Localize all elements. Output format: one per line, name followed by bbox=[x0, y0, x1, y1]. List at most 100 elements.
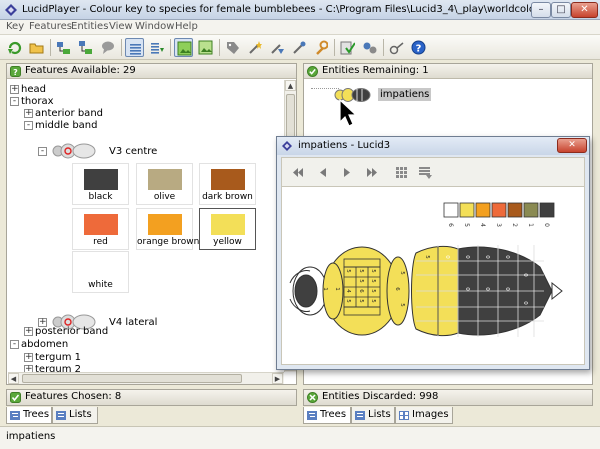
maximize-button[interactable]: □ bbox=[551, 2, 571, 18]
image-green2-icon[interactable] bbox=[196, 38, 215, 57]
color-swatch bbox=[211, 169, 245, 190]
collapse-minus-icon[interactable]: - bbox=[38, 147, 47, 156]
toolbar-separator bbox=[219, 39, 220, 56]
title-bar[interactable]: LucidPlayer - Colour key to species for … bbox=[0, 0, 600, 20]
menu-entities[interactable]: Entities bbox=[71, 21, 108, 32]
tree-up-icon[interactable] bbox=[54, 38, 73, 57]
expand-plus-icon[interactable]: + bbox=[10, 85, 19, 94]
speech-bubble-icon[interactable] bbox=[98, 38, 117, 57]
thorax-region-label: 5 bbox=[358, 279, 364, 283]
tab-images-right[interactable]: Images bbox=[395, 407, 453, 424]
legend-swatch bbox=[475, 202, 491, 218]
svg-text:?: ? bbox=[416, 44, 422, 55]
entity-window-title: impatiens - Lucid3 bbox=[298, 140, 391, 151]
legend-label: 6 bbox=[447, 223, 454, 227]
tree-node-label: middle band bbox=[35, 120, 98, 131]
list-sort-icon[interactable] bbox=[147, 38, 166, 57]
tree-node-V3-centre[interactable]: - V3 centre bbox=[38, 140, 157, 162]
window-title: LucidPlayer - Colour key to species for … bbox=[22, 4, 532, 15]
tree-node-tergum-1[interactable]: + tergum 1 bbox=[24, 352, 81, 364]
thorax-region-label: 5 bbox=[399, 271, 405, 275]
tree-node-tergum-2[interactable]: + tergum 2 bbox=[24, 364, 81, 372]
tab-lists-right[interactable]: Lists bbox=[351, 407, 395, 424]
first-icon[interactable] bbox=[292, 165, 307, 180]
tree-node-head[interactable]: + head bbox=[10, 84, 46, 96]
tree-node-label: V4 lateral bbox=[109, 317, 158, 328]
grid-icon[interactable] bbox=[394, 165, 409, 180]
menu-features[interactable]: Features bbox=[29, 21, 72, 32]
refresh-icon[interactable] bbox=[5, 38, 24, 57]
expand-plus-icon[interactable]: + bbox=[24, 365, 33, 372]
collapse-minus-icon[interactable]: - bbox=[10, 340, 19, 349]
tab-lists-left[interactable]: Lists bbox=[52, 407, 98, 424]
tab-trees-right[interactable]: Trees bbox=[303, 407, 351, 424]
state-swatch-orange-brown[interactable]: orange brown bbox=[136, 208, 200, 250]
scroll-right-arrow-icon[interactable]: ▶ bbox=[272, 373, 283, 384]
entity-window-titlebar[interactable]: impatiens - Lucid3 ✕ bbox=[277, 137, 589, 155]
check-calc-icon[interactable] bbox=[338, 38, 357, 57]
tag-icon[interactable] bbox=[223, 38, 242, 57]
menu-key[interactable]: Key bbox=[6, 21, 24, 32]
tree-node-posterior-band[interactable]: + posterior band bbox=[24, 326, 108, 338]
menu-view[interactable]: View bbox=[109, 21, 133, 32]
tree-node-label: head bbox=[21, 84, 46, 95]
color-swatch bbox=[148, 214, 182, 235]
tree-node-thorax[interactable]: - thorax bbox=[10, 96, 54, 108]
wrench-icon[interactable] bbox=[311, 38, 330, 57]
close-button[interactable]: ✕ bbox=[571, 2, 598, 18]
legend-label: 3 bbox=[495, 223, 502, 227]
thorax-region-label: 6 bbox=[358, 289, 364, 293]
compare-icon[interactable] bbox=[360, 38, 379, 57]
expand-plus-icon[interactable]: + bbox=[24, 109, 33, 118]
menu-window[interactable]: Window bbox=[135, 21, 174, 32]
prev-icon[interactable] bbox=[316, 165, 331, 180]
collapse-minus-icon[interactable]: - bbox=[24, 121, 33, 130]
tree-down-icon[interactable] bbox=[76, 38, 95, 57]
entity-nav-toolbar bbox=[281, 157, 585, 187]
help-icon[interactable]: ? bbox=[409, 38, 428, 57]
expand-plus-icon[interactable]: + bbox=[24, 327, 33, 336]
toolbar: ? bbox=[0, 35, 600, 60]
list-down-icon[interactable] bbox=[418, 165, 433, 180]
minimize-button[interactable]: – bbox=[531, 2, 551, 18]
wand-star-icon[interactable] bbox=[289, 38, 308, 57]
state-swatch-dark-brown[interactable]: dark brown bbox=[199, 163, 256, 205]
menu-help[interactable]: Help bbox=[175, 21, 198, 32]
tree-node-label: tergum 2 bbox=[35, 364, 81, 372]
open-folder-icon[interactable] bbox=[27, 38, 46, 57]
tree-node-middle-band[interactable]: - middle band bbox=[24, 120, 98, 132]
state-swatch-white[interactable]: white bbox=[72, 251, 129, 293]
entity-image-window[interactable]: impatiens - Lucid3 ✕ 6543210555551416555… bbox=[276, 136, 590, 370]
tree-node-label: V3 centre bbox=[109, 146, 158, 157]
wand-arrow-icon[interactable] bbox=[267, 38, 286, 57]
tree-node-abdomen[interactable]: - abdomen bbox=[10, 339, 68, 351]
entities-tabstrip: Trees Lists Images bbox=[303, 407, 593, 425]
state-swatch-olive[interactable]: olive bbox=[136, 163, 193, 205]
features-available-title: Features Available: 29 bbox=[25, 65, 136, 76]
tab-trees-left[interactable]: Trees bbox=[6, 407, 52, 424]
state-swatch-black[interactable]: black bbox=[72, 163, 129, 205]
scroll-up-arrow-icon[interactable]: ▲ bbox=[285, 80, 296, 91]
entities-discarded-panel: Entities Discarded: 998 bbox=[303, 389, 593, 406]
state-swatch-red[interactable]: red bbox=[72, 208, 129, 250]
features-hscrollbar[interactable]: ◀ ▶ bbox=[8, 372, 284, 384]
list-view-icon[interactable] bbox=[125, 38, 144, 57]
swatch-label: orange brown bbox=[137, 237, 200, 247]
entity-window-close-button[interactable]: ✕ bbox=[557, 138, 587, 153]
expand-plus-icon[interactable]: + bbox=[24, 353, 33, 362]
tree-node-label: posterior band bbox=[35, 326, 109, 337]
check-square-icon bbox=[10, 392, 21, 403]
scroll-left-arrow-icon[interactable]: ◀ bbox=[8, 373, 19, 384]
thorax-region-label: 1 bbox=[322, 287, 328, 291]
magic-wand-icon[interactable] bbox=[245, 38, 264, 57]
image-green-icon[interactable] bbox=[174, 38, 193, 57]
key-help-icon[interactable] bbox=[387, 38, 406, 57]
collapse-minus-icon[interactable]: - bbox=[10, 97, 19, 106]
last-icon[interactable] bbox=[364, 165, 379, 180]
tree-node-anterior-band[interactable]: + anterior band bbox=[24, 108, 103, 120]
state-swatch-yellow[interactable]: yellow bbox=[199, 208, 256, 250]
next-icon[interactable] bbox=[340, 165, 355, 180]
entity-item-impatiens[interactable]: impatiens bbox=[378, 88, 432, 101]
hscroll-thumb[interactable] bbox=[22, 374, 242, 383]
toolbar-separator bbox=[121, 39, 122, 56]
